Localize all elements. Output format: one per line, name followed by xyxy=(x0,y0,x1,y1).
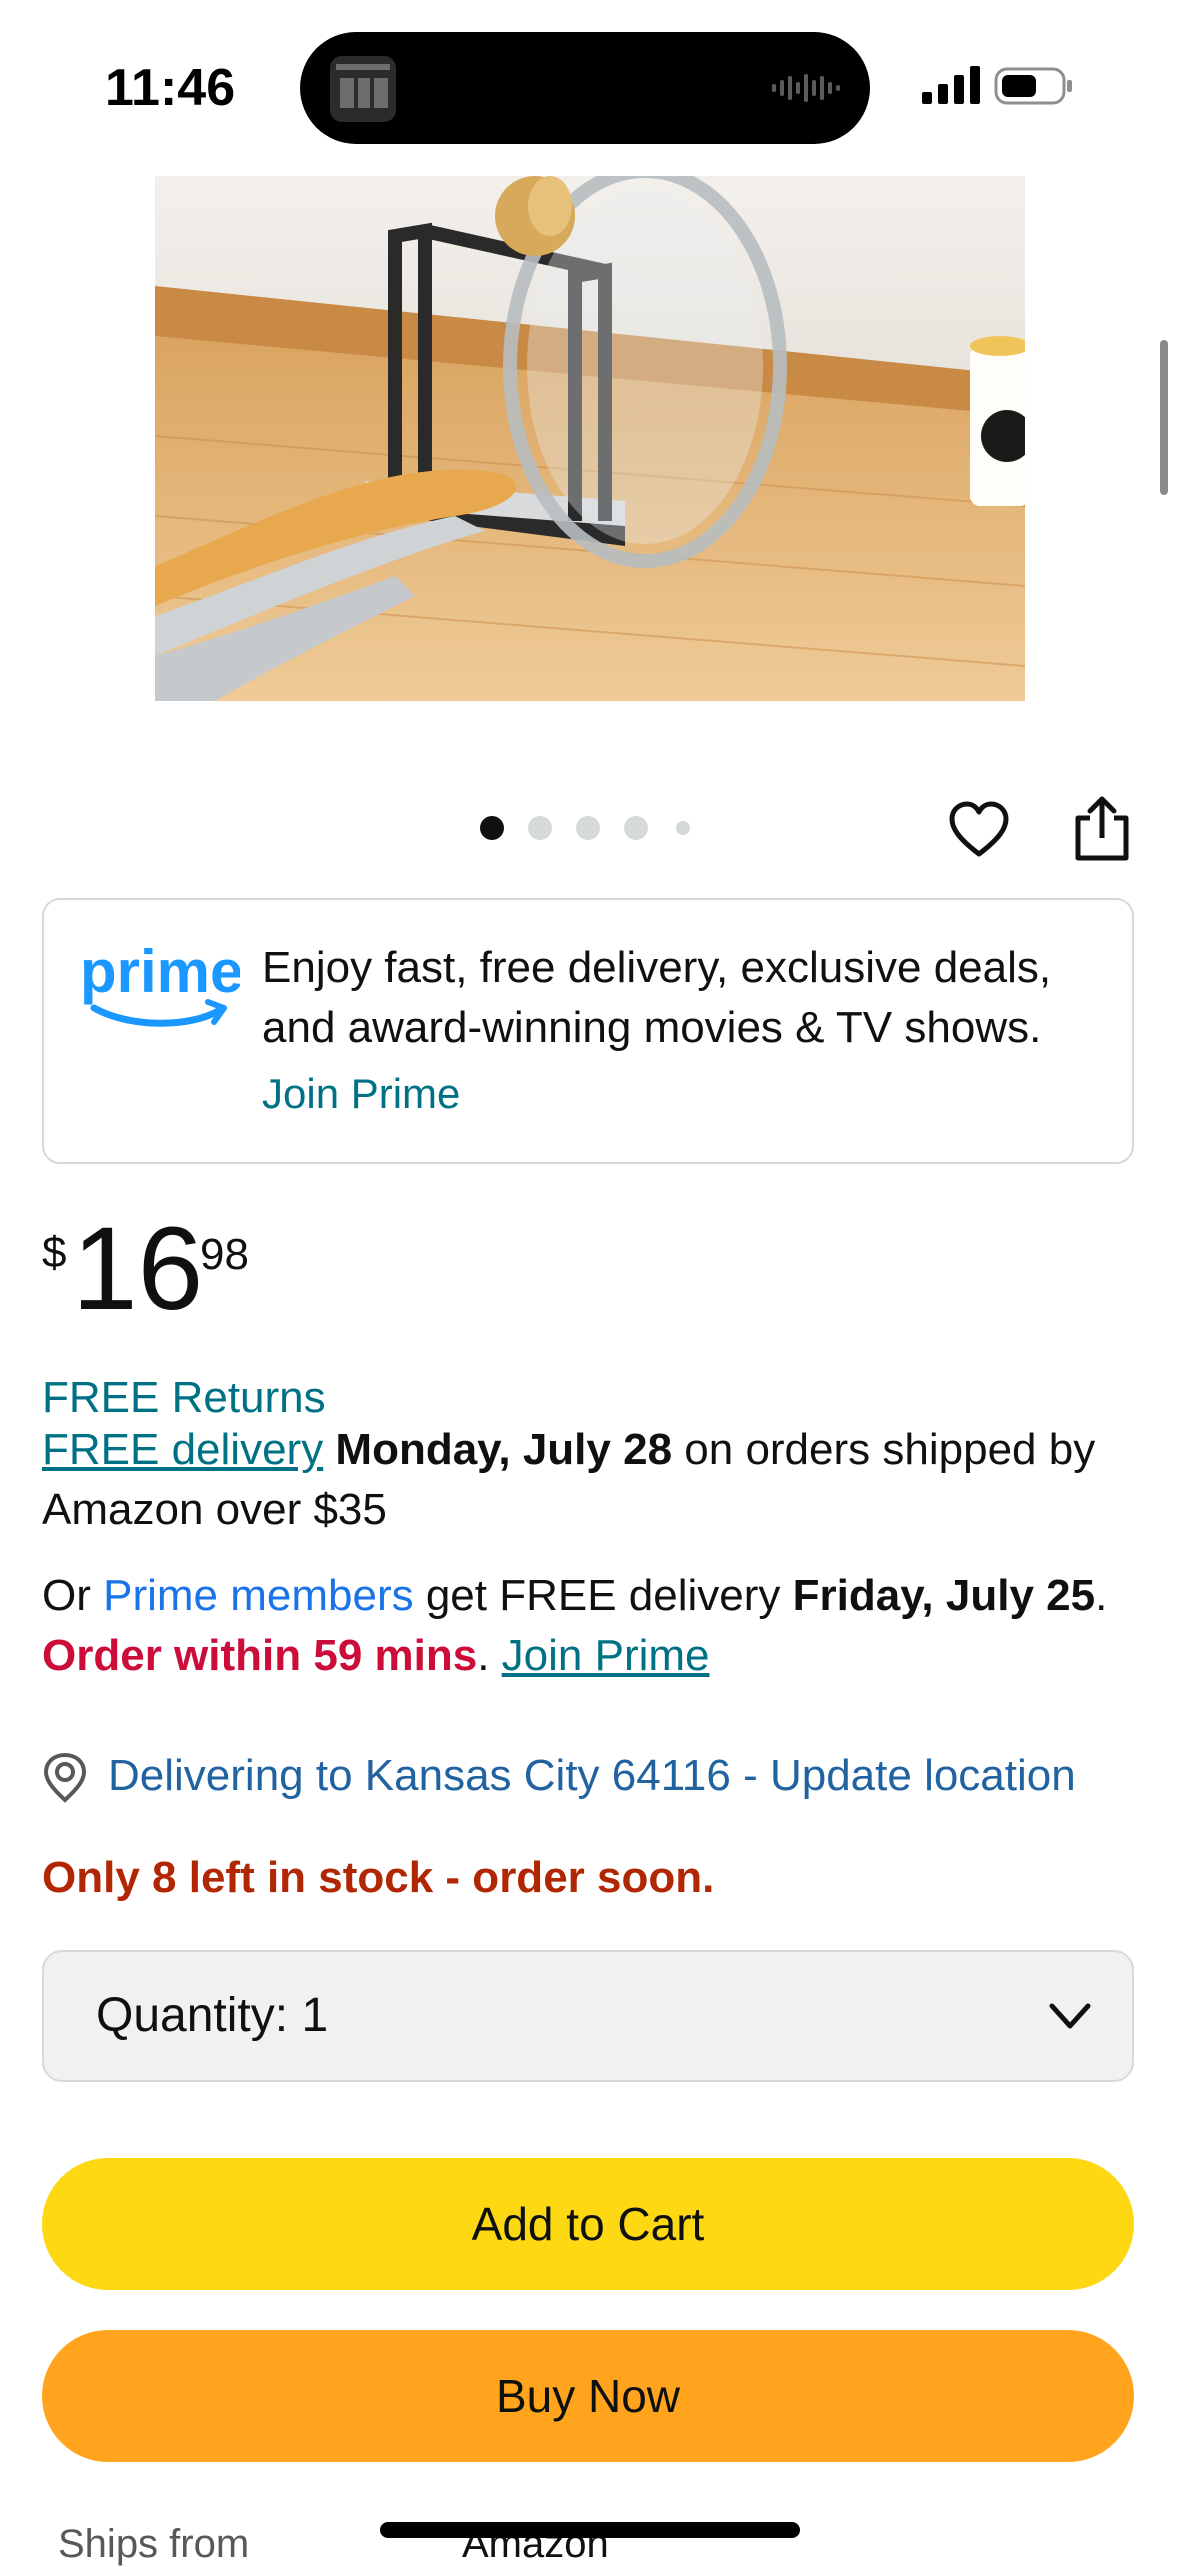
prime-members-link[interactable]: Prime members xyxy=(103,1571,414,1620)
prime-delivery-mid: get FREE delivery xyxy=(413,1571,793,1620)
heart-icon[interactable] xyxy=(948,800,1010,862)
join-prime-link[interactable]: Join Prime xyxy=(262,1070,460,1118)
chevron-down-icon xyxy=(1049,2003,1091,2029)
buy-now-button[interactable]: Buy Now xyxy=(42,2330,1134,2462)
prime-logo-icon: prime xyxy=(80,940,240,1027)
add-to-cart-button[interactable]: Add to Cart xyxy=(42,2158,1134,2290)
prime-delivery-sep: . xyxy=(477,1631,502,1680)
prime-promo-text: Enjoy fast, free delivery, exclusive dea… xyxy=(262,943,1052,1052)
carousel-dot-5[interactable] xyxy=(676,821,690,835)
quantity-label: Quantity: 1 xyxy=(96,1988,328,2043)
audio-waveform-icon xyxy=(772,74,840,102)
delivery-date: Monday, July 28 xyxy=(335,1425,673,1474)
carousel-dot-1[interactable] xyxy=(480,816,504,840)
price-whole: 16 xyxy=(72,1203,204,1335)
price-fraction: 98 xyxy=(200,1230,249,1279)
scroll-indicator[interactable] xyxy=(1160,340,1168,495)
free-returns-link[interactable]: FREE Returns xyxy=(42,1368,1142,1428)
prime-delivery-prefix: Or xyxy=(42,1571,104,1620)
location-pin-icon xyxy=(43,1752,87,1803)
cellular-signal-icon xyxy=(922,66,980,104)
battery-icon xyxy=(994,67,1072,105)
prime-delivery-info: Or Prime members get FREE delivery Frida… xyxy=(42,1566,1142,1686)
dynamic-island[interactable] xyxy=(300,32,870,144)
prime-delivery-date: Friday, July 25 xyxy=(792,1571,1096,1620)
order-within-countdown: Order within 59 mins xyxy=(42,1631,478,1680)
svg-text:prime: prime xyxy=(80,940,240,1005)
stock-status: Only 8 left in stock - order soon. xyxy=(42,1853,715,1902)
join-prime-inline-link[interactable]: Join Prime xyxy=(502,1631,710,1680)
carousel-dot-3[interactable] xyxy=(576,816,600,840)
quantity-label-text: Quantity: xyxy=(96,1989,289,2042)
carousel-dot-4[interactable] xyxy=(624,816,648,840)
status-time: 11:46 xyxy=(105,59,236,117)
prime-promo-card[interactable]: prime Enjoy fast, free delivery, exclusi… xyxy=(42,898,1134,1164)
quantity-select[interactable]: Quantity: 1 xyxy=(42,1950,1134,2082)
product-photo-graphic xyxy=(155,176,1025,701)
prime-delivery-end: . xyxy=(1095,1571,1108,1620)
home-indicator[interactable] xyxy=(380,2522,800,2538)
price-symbol: $ xyxy=(42,1228,67,1277)
carousel-dot-2[interactable] xyxy=(528,816,552,840)
status-bar: 11:46 xyxy=(0,0,1179,170)
now-playing-album-art xyxy=(330,56,396,122)
ships-from-label: Ships from xyxy=(58,2522,250,2566)
product-image[interactable] xyxy=(155,176,1025,701)
free-delivery-link[interactable]: FREE delivery xyxy=(42,1425,323,1474)
delivery-info: FREE delivery Monday, July 28 on orders … xyxy=(42,1420,1142,1540)
delivery-location-link[interactable]: Delivering to Kansas City 64116 - Update… xyxy=(108,1746,1168,1806)
share-icon[interactable] xyxy=(1072,794,1132,862)
quantity-value: 1 xyxy=(301,1989,329,2042)
